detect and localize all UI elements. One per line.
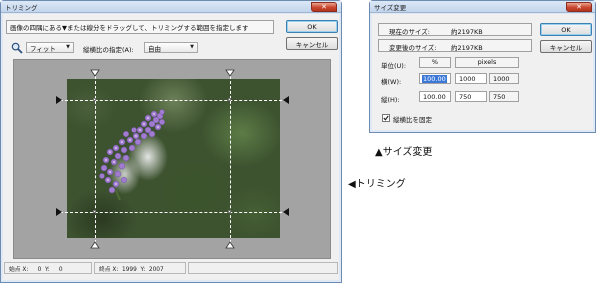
- dropdown-arrow-icon: ▼: [190, 44, 194, 50]
- unit-label: 単位(U):: [381, 62, 407, 70]
- unit-percent-option[interactable]: %: [419, 57, 451, 68]
- resize-client-area: 現在のサイズ: 約2197KB 変更後のサイズ: 約2197KB 単位(U): …: [372, 14, 593, 130]
- instruction-box: 画像の四隅にある▼または線分をドラッグして、トリミングする範囲を指定します: [6, 20, 274, 34]
- width-px-input[interactable]: 1000: [455, 73, 487, 84]
- crop-handle-triangle-icon[interactable]: [225, 69, 235, 77]
- trim-ok-label: OK: [307, 22, 317, 31]
- crop-handle-triangle-icon[interactable]: [283, 208, 289, 216]
- start-coords: 始点 X: 0 Y: 0: [4, 262, 92, 274]
- dropdown-arrow-icon: ▼: [66, 44, 70, 50]
- width-label: 横(W):: [381, 78, 402, 86]
- crop-handle-triangle-icon[interactable]: [225, 241, 235, 249]
- height-original: 750: [489, 91, 519, 102]
- keep-ratio-checkbox[interactable]: [382, 114, 390, 122]
- trim-statusbar: 始点 X: 0 Y: 0 終点 X: 1999 Y: 2007: [4, 262, 340, 274]
- trim-cancel-button[interactable]: キャンセル: [286, 37, 338, 50]
- width-percent-input[interactable]: 100.00: [419, 73, 451, 84]
- resize-cancel-label: キャンセル: [549, 43, 583, 52]
- trim-window-titlebar[interactable]: トリミング: [1, 1, 341, 13]
- trim-ok-button[interactable]: OK: [286, 20, 338, 33]
- new-size-label: 変更後のサイズ:: [389, 44, 437, 52]
- crop-handle-triangle-icon[interactable]: [90, 241, 100, 249]
- crop-corner-handle[interactable]: [228, 210, 231, 213]
- width-original: 1000: [489, 73, 519, 84]
- resize-cancel-button[interactable]: キャンセル: [540, 40, 592, 53]
- zoom-select[interactable]: フィット ▼: [26, 42, 74, 53]
- height-label: 縦(H):: [381, 96, 400, 104]
- flower-image: [99, 109, 166, 200]
- magnifier-icon: [11, 42, 23, 54]
- crop-handle-triangle-icon[interactable]: [283, 96, 289, 104]
- aspect-select-value: 自由: [148, 44, 161, 53]
- current-size-box: 現在のサイズ: 約2197KB: [378, 23, 532, 36]
- crop-right-line[interactable]: [230, 76, 231, 243]
- height-original-value: 750: [493, 93, 506, 101]
- resize-ok-button[interactable]: OK: [540, 23, 592, 36]
- resize-window: サイズ変更 ✕ 現在のサイズ: 約2197KB 変更後のサイズ: 約2197KB…: [369, 0, 596, 133]
- resize-close-button[interactable]: ✕: [566, 2, 592, 12]
- keep-ratio-label: 縦横比を固定: [393, 116, 432, 124]
- end-coords: 終点 X: 1999 Y: 2007: [94, 262, 186, 274]
- status-empty-cell: [188, 262, 338, 274]
- height-px-input[interactable]: 750: [455, 91, 487, 102]
- new-size-value: 約2197KB: [451, 44, 483, 52]
- width-percent-value: 100.00: [422, 75, 447, 83]
- height-px-value: 750: [459, 93, 472, 101]
- unit-pixels-text: pixels: [477, 58, 497, 66]
- current-size-label: 現在のサイズ:: [389, 28, 430, 36]
- resize-window-title: サイズ変更: [374, 3, 407, 12]
- height-percent-input[interactable]: 100.00: [419, 91, 451, 102]
- width-original-value: 1000: [493, 75, 510, 83]
- trim-close-button[interactable]: ✕: [311, 2, 337, 12]
- trim-cancel-label: キャンセル: [295, 40, 329, 49]
- trim-window-title: トリミング: [5, 3, 38, 12]
- resize-window-titlebar[interactable]: サイズ変更: [370, 1, 595, 13]
- crop-corner-handle[interactable]: [228, 98, 231, 101]
- crop-handle-triangle-icon[interactable]: [90, 69, 100, 77]
- resize-caption: ▲サイズ変更: [375, 147, 433, 158]
- crop-handle-triangle-icon[interactable]: [56, 208, 62, 216]
- height-percent-value: 100.00: [423, 93, 446, 101]
- unit-pixels-option[interactable]: pixels: [455, 57, 519, 68]
- unit-percent-text: %: [431, 58, 439, 66]
- trim-caption: ◀トリミング: [348, 179, 406, 190]
- width-px-value: 1000: [459, 75, 476, 83]
- zoom-select-value: フィット: [30, 44, 56, 53]
- aspect-label: 縦横比の指定(A):: [83, 46, 134, 54]
- crop-handle-triangle-icon[interactable]: [56, 96, 62, 104]
- close-icon: ✕: [321, 3, 327, 11]
- checkbox-checked-icon: [383, 115, 389, 121]
- instruction-text: 画像の四隅にある▼または線分をドラッグして、トリミングする範囲を指定します: [10, 24, 249, 32]
- close-icon: ✕: [576, 3, 582, 11]
- crop-left-line[interactable]: [95, 76, 96, 243]
- resize-ok-label: OK: [561, 25, 571, 34]
- new-size-box: 変更後のサイズ: 約2197KB: [378, 39, 532, 52]
- current-size-value: 約2197KB: [451, 28, 483, 36]
- crop-corner-handle[interactable]: [93, 210, 96, 213]
- aspect-select[interactable]: 自由 ▼: [144, 42, 198, 53]
- crop-corner-handle[interactable]: [93, 98, 96, 101]
